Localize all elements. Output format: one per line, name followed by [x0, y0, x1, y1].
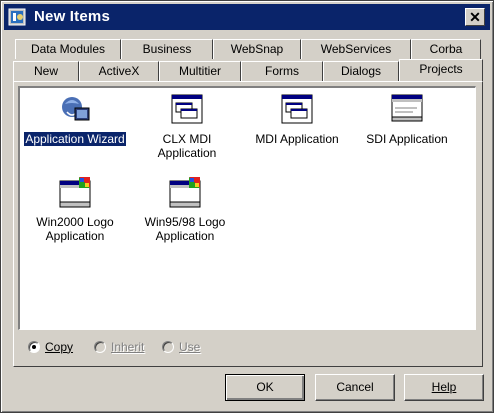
- tab-label: Business: [142, 42, 192, 56]
- tab-data-modules[interactable]: Data Modules: [15, 39, 121, 59]
- list-item-win95-98-logo-application[interactable]: Win95/98 Logo Application: [130, 177, 240, 247]
- tab-label: Corba: [429, 42, 463, 56]
- tab-activex[interactable]: ActiveX: [79, 61, 159, 81]
- button-label: Cancel: [336, 380, 374, 394]
- tab-label: WebServices: [320, 42, 392, 56]
- items-list[interactable]: Application Wizard CLX MDI Application M…: [18, 86, 476, 330]
- help-button[interactable]: Help: [404, 374, 484, 401]
- logo-app-icon: [59, 177, 91, 208]
- window-title: New Items: [34, 8, 110, 25]
- tab-label: Dialogs: [340, 64, 382, 78]
- tab-page: Application Wizard CLX MDI Application M…: [13, 81, 483, 367]
- radio-label: Copy: [45, 340, 74, 354]
- close-button[interactable]: ✕: [465, 8, 485, 26]
- logo-app-icon: [169, 177, 201, 208]
- list-item-clx-mdi-application[interactable]: CLX MDI Application: [132, 94, 242, 164]
- sdi-app-icon: [391, 94, 423, 122]
- new-items-dialog: New Items ✕ Data Modules Business WebSna…: [0, 0, 494, 413]
- tab-new[interactable]: New: [13, 61, 79, 81]
- tab-corba[interactable]: Corba: [411, 39, 481, 59]
- wizard-icon: [62, 97, 90, 121]
- radio-unchecked-icon: [94, 341, 106, 353]
- tab-webservices[interactable]: WebServices: [301, 39, 411, 59]
- item-label: Application Wizard: [23, 131, 127, 147]
- item-label: SDI Application: [366, 132, 448, 146]
- radio-checked-icon: [28, 341, 40, 353]
- tab-label: Data Modules: [30, 42, 106, 56]
- tab-label: Projects: [419, 62, 463, 76]
- list-item-application-wizard[interactable]: Application Wizard: [20, 94, 130, 154]
- item-label: Win95/98 Logo Application: [144, 215, 226, 243]
- tab-label: New: [33, 64, 58, 78]
- button-label: OK: [256, 380, 274, 394]
- mdi-app-icon: [281, 94, 313, 124]
- close-icon: ✕: [469, 9, 481, 25]
- title-bar[interactable]: New Items ✕: [4, 4, 490, 30]
- tab-dialogs[interactable]: Dialogs: [323, 61, 399, 81]
- radio-label: Inherit: [111, 340, 145, 354]
- tab-label: WebSnap: [230, 42, 284, 56]
- mdi-app-icon: [171, 94, 203, 124]
- tab-label: Forms: [265, 64, 299, 78]
- app-icon: [8, 8, 26, 26]
- item-label: MDI Application: [255, 132, 339, 146]
- item-label: CLX MDI Application: [157, 132, 217, 160]
- list-item-sdi-application[interactable]: SDI Application: [352, 94, 462, 154]
- tab-websnap[interactable]: WebSnap: [213, 39, 301, 59]
- tab-projects[interactable]: Projects: [399, 59, 483, 81]
- tab-label: ActiveX: [98, 64, 140, 78]
- radio-unchecked-icon: [162, 341, 174, 353]
- list-item-win2000-logo-application[interactable]: Win2000 Logo Application: [20, 177, 130, 247]
- tab-multitier[interactable]: Multitier: [159, 61, 241, 81]
- button-label: Help: [431, 380, 457, 394]
- cancel-button[interactable]: Cancel: [315, 374, 395, 401]
- radio-label: Use: [179, 340, 201, 354]
- ok-button[interactable]: OK: [225, 374, 305, 401]
- tab-business[interactable]: Business: [121, 39, 213, 59]
- item-label: Win2000 Logo Application: [36, 215, 114, 243]
- tab-forms[interactable]: Forms: [241, 61, 323, 81]
- list-item-mdi-application[interactable]: MDI Application: [242, 94, 352, 154]
- tab-label: Multitier: [178, 64, 221, 78]
